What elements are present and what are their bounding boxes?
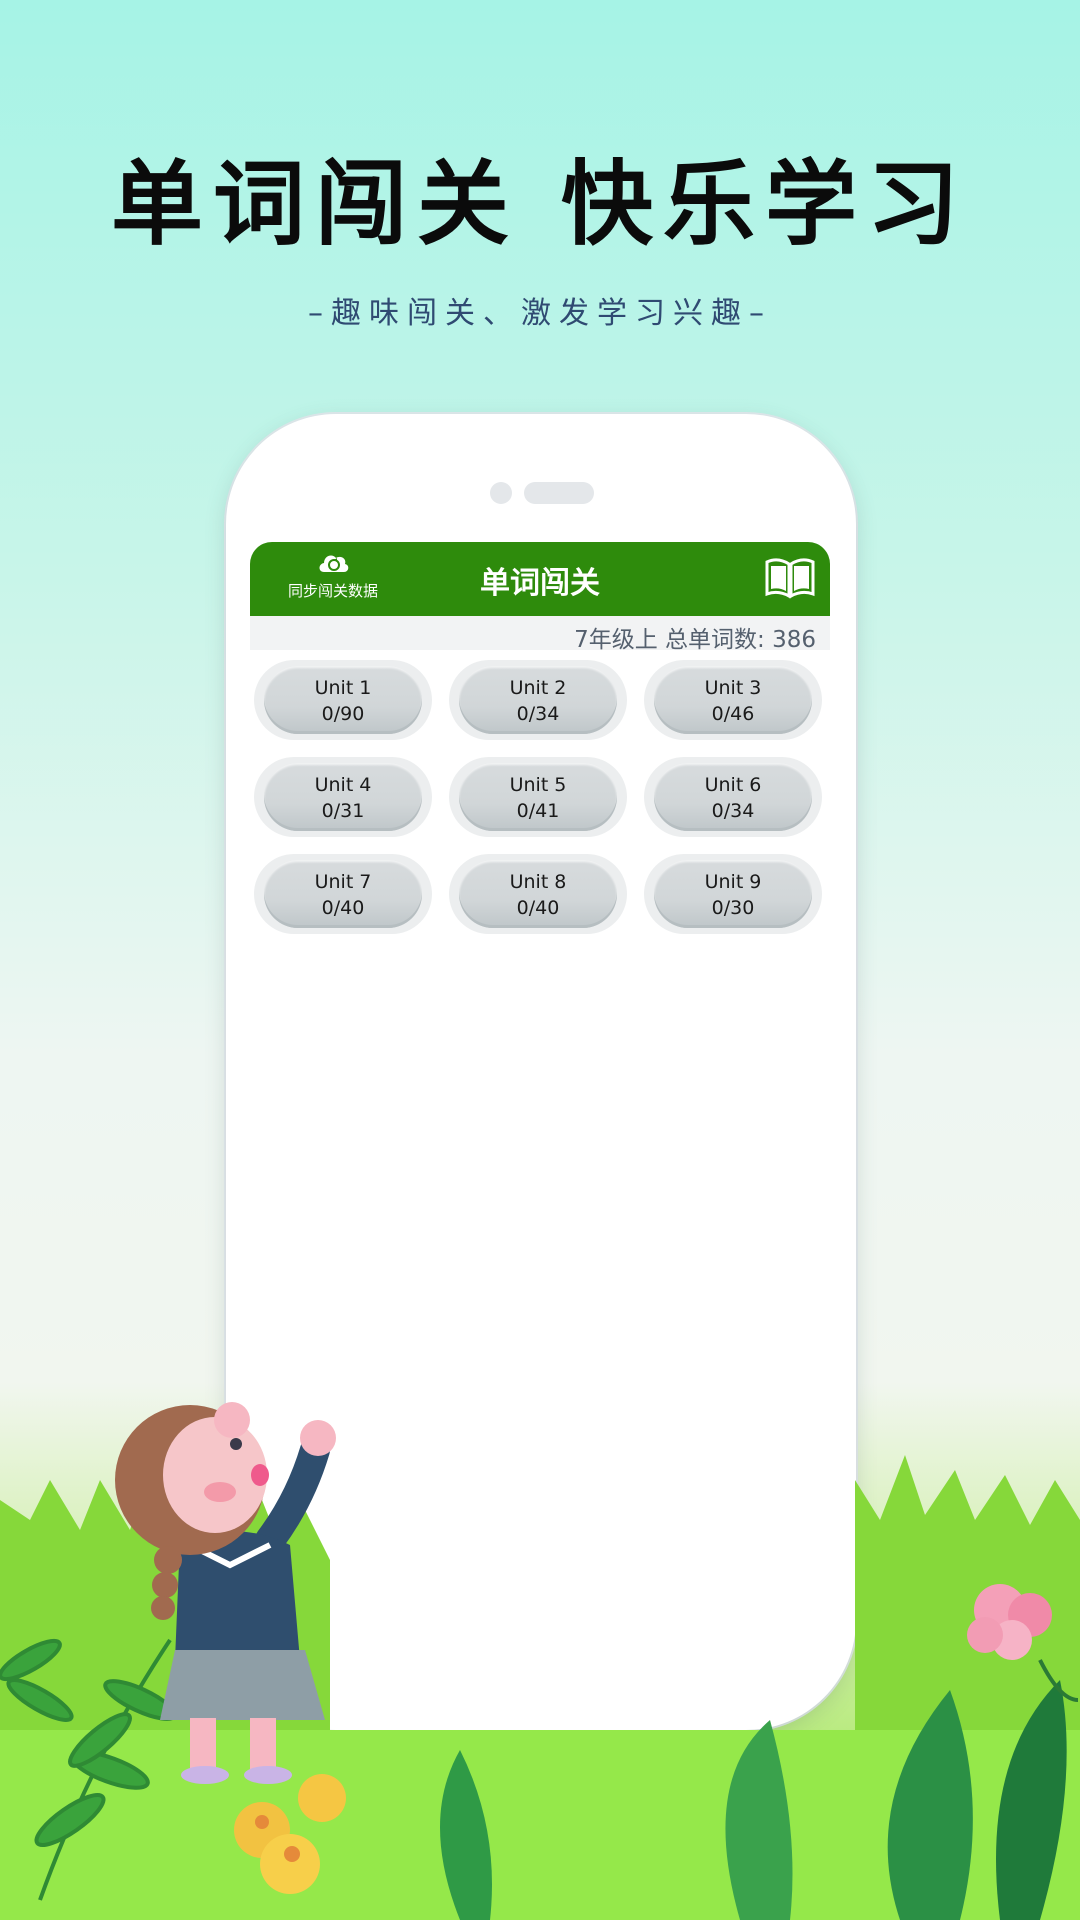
grass-bottom — [0, 1730, 1080, 1920]
unit-progress: 0/41 — [516, 800, 560, 822]
unit-name: Unit 5 — [509, 774, 567, 796]
unit-progress: 0/34 — [711, 800, 755, 822]
pink-flower — [967, 1584, 1079, 1702]
unit-button-1[interactable]: Unit 1 0/90 — [254, 660, 432, 740]
summary-row: 7年级上 总单词数: 386 — [250, 616, 830, 653]
unit-progress: 0/40 — [321, 897, 365, 919]
unit-button-2[interactable]: Unit 2 0/34 — [449, 660, 627, 740]
unit-button-3[interactable]: Unit 3 0/46 — [644, 660, 822, 740]
app-title: 单词闯关 — [480, 566, 600, 601]
word-count-summary: 7年级上 总单词数: 386 — [574, 627, 816, 653]
unit-name: Unit 6 — [704, 774, 762, 796]
unit-button-4[interactable]: Unit 4 0/31 — [254, 757, 432, 837]
unit-name: Unit 7 — [314, 871, 372, 893]
unit-name: Unit 2 — [509, 677, 567, 699]
unit-name: Unit 8 — [509, 871, 567, 893]
unit-name: Unit 3 — [704, 677, 762, 699]
unit-progress: 0/40 — [516, 897, 560, 919]
unit-progress: 0/90 — [321, 703, 365, 725]
unit-progress: 0/30 — [711, 897, 755, 919]
app-header: 同步闯关数据 单词闯关 — [250, 542, 830, 616]
fern-left — [0, 1638, 177, 1901]
unit-grid: Unit 1 0/90 Unit 2 0/34 Unit 3 0/46 Unit 4 0… — [254, 660, 822, 934]
unit-button-6[interactable]: Unit 6 0/34 — [644, 757, 822, 837]
unit-name: Unit 9 — [704, 871, 762, 893]
unit-button-5[interactable]: Unit 5 0/41 — [449, 757, 627, 837]
hero-subtitle: –趣味闯关、激发学习兴趣– — [308, 296, 772, 331]
unit-button-7[interactable]: Unit 7 0/40 — [254, 854, 432, 934]
phone-mockup: 同步闯关数据 单词闯关 7年级上 总单词数: 386 Unit 1 0/90 Un… — [226, 414, 856, 1730]
unit-progress: 0/31 — [321, 800, 365, 822]
hero-title: 单词闯关 快乐学习 — [110, 151, 970, 258]
unit-button-9[interactable]: Unit 9 0/30 — [644, 854, 822, 934]
unit-name: Unit 1 — [314, 677, 372, 699]
camera-dot — [490, 482, 512, 504]
unit-progress: 0/34 — [516, 703, 560, 725]
unit-progress: 0/46 — [711, 703, 755, 725]
unit-name: Unit 4 — [314, 774, 372, 796]
grass-right — [855, 1455, 1080, 1920]
unit-button-8[interactable]: Unit 8 0/40 — [449, 854, 627, 934]
yellow-flowers — [234, 1774, 346, 1894]
book-icon[interactable] — [764, 554, 816, 600]
phone-speaker — [524, 482, 594, 504]
